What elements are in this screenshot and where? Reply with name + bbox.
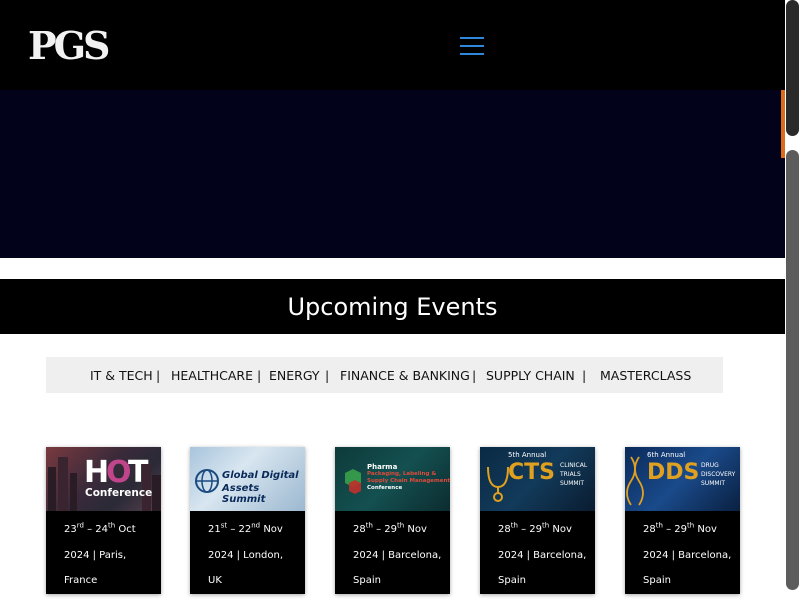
separator: | (257, 368, 262, 383)
filter-masterclass[interactable]: MASTERCLASS (600, 357, 691, 395)
filter-finance-banking[interactable]: FINANCE & BANKING (340, 357, 470, 395)
hot-t: T (128, 455, 149, 490)
event-image-dds: 6th Annual DDS DRUG DISCOVERY SUMMIT (625, 447, 740, 511)
event-card-pharma-packaging[interactable]: Pharma Packaging, Labeling & Supply Chai… (335, 447, 450, 594)
scrollbar-track-region (786, 150, 799, 590)
cts-line4: TRIALS (560, 471, 581, 478)
cts-acronym: CTS (508, 460, 555, 485)
event-details: 21st – 22nd Nov 2024 | London, UK (208, 521, 284, 586)
cts-line1: 5th Annual (508, 451, 547, 459)
event-card-dds[interactable]: 6th Annual DDS DRUG DISCOVERY SUMMIT 28t… (625, 447, 740, 594)
event-card-cts[interactable]: 5th Annual CTS CLINICAL TRIALS SUMMIT 28… (480, 447, 595, 594)
filter-supply-chain[interactable]: SUPPLY CHAIN (486, 357, 575, 395)
category-filter-bar: IT & TECH | HEALTHCARE | ENERGY | FINANC… (46, 357, 723, 393)
dds-line4: DISCOVERY (701, 471, 736, 478)
separator: | (472, 368, 477, 383)
dds-acronym: DDS (647, 460, 700, 485)
event-details: 28th – 29th Nov 2024 | Barcelona, Spain (498, 521, 587, 586)
event-card-hot-conference[interactable]: H O T Conference 23rd – 24th Oct 2024 | … (46, 447, 161, 594)
cts-line3: CLINICAL (560, 462, 588, 469)
event-card-global-digital-assets[interactable]: Global Digital Assets Summit 21st – 22nd… (190, 447, 305, 594)
dds-line5: SUMMIT (701, 480, 725, 487)
event-details: 28th – 29th Nov 2024 | Barcelona, Spain (353, 521, 442, 586)
separator: | (325, 368, 330, 383)
filter-energy[interactable]: ENERGY (269, 357, 320, 395)
section-title: Upcoming Events (287, 292, 498, 321)
scrollbar-thumb[interactable] (786, 0, 799, 136)
separator: | (156, 368, 161, 383)
hot-h: H (84, 455, 109, 490)
hero-banner (0, 90, 785, 258)
event-details: 28th – 29th Nov 2024 | Barcelona, Spain (643, 521, 732, 586)
pharma-line1: Pharma (367, 463, 398, 471)
hot-conference-label: Conference (85, 487, 153, 499)
cts-line5: SUMMIT (560, 480, 584, 487)
pharma-line2: Packaging, Labeling & (367, 471, 437, 477)
hamburger-menu-icon[interactable] (460, 37, 484, 55)
event-image-cts: 5th Annual CTS CLINICAL TRIALS SUMMIT (480, 447, 595, 511)
event-image-gdas: Global Digital Assets Summit (190, 447, 305, 511)
filter-healthcare[interactable]: HEALTHCARE (171, 357, 253, 395)
dds-line1: 6th Annual (647, 451, 686, 459)
gdas-line1: Global Digital (222, 470, 299, 481)
filter-it-tech[interactable]: IT & TECH (90, 357, 153, 395)
event-image-pharma: Pharma Packaging, Labeling & Supply Chai… (335, 447, 450, 511)
pgs-logo[interactable]: PGS (28, 23, 110, 68)
separator: | (582, 368, 587, 383)
upcoming-events-bar: Upcoming Events (0, 279, 785, 334)
site-header: PGS (0, 0, 785, 90)
pharma-line4: Conference (367, 485, 403, 491)
event-image-hot: H O T Conference (46, 447, 161, 511)
gdas-line2: Assets Summit (222, 483, 266, 505)
event-details: 23rd – 24th Oct 2024 | Paris, France (64, 521, 136, 586)
dds-line3: DRUG (701, 462, 719, 469)
pharma-line3: Supply Chain Management (367, 478, 450, 484)
logo-text: PGS (28, 23, 110, 68)
